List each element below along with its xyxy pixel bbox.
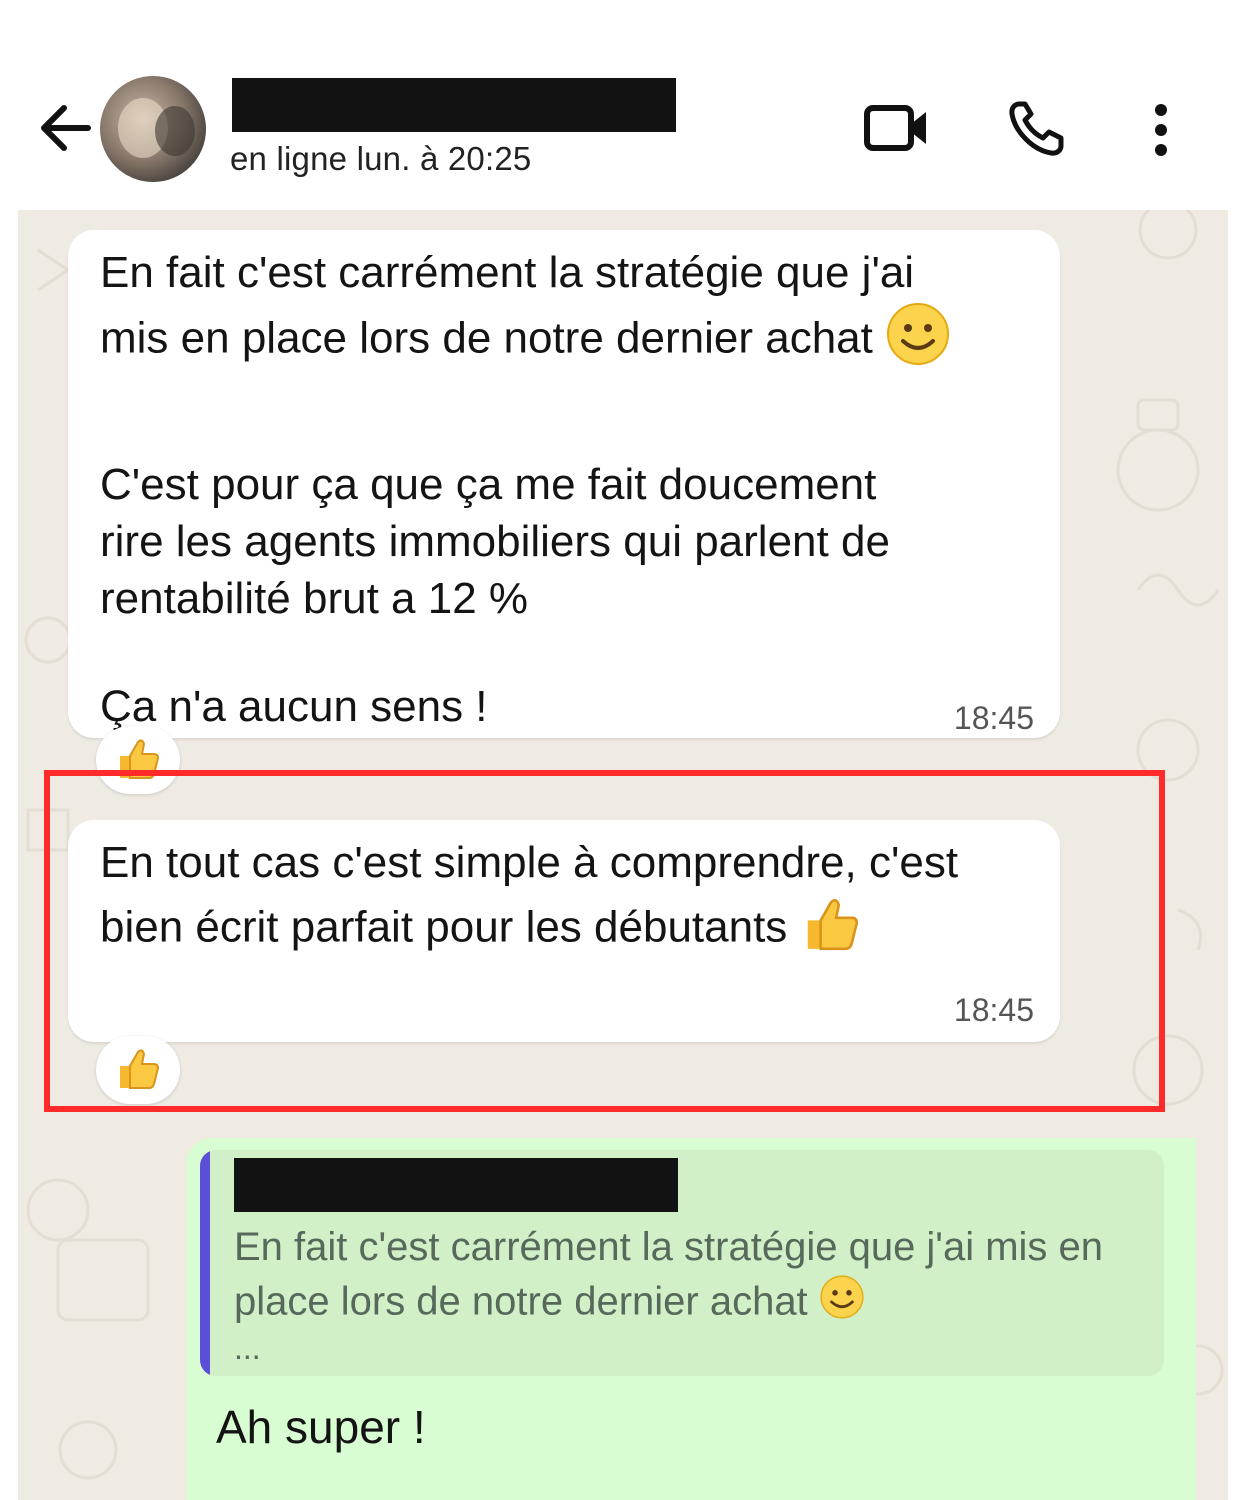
message-text: En fait c'est carrément la stratégie que… bbox=[100, 244, 951, 381]
smiling-face-icon bbox=[885, 301, 951, 381]
message-text-part: En fait c'est carrément la stratégie que… bbox=[100, 248, 915, 363]
avatar-shade bbox=[155, 106, 195, 156]
message-text: Ça n'a aucun sens ! bbox=[100, 682, 488, 731]
quote-bar bbox=[200, 1150, 210, 1376]
quoted-text-part: En fait c'est carrément la stratégie que… bbox=[234, 1225, 1104, 1324]
message-time: 18:45 bbox=[953, 700, 1034, 736]
quoted-message[interactable]: En fait c'est carrément la stratégie que… bbox=[200, 1150, 1164, 1376]
reply-text: Ah super ! bbox=[216, 1401, 426, 1453]
highlight-box bbox=[44, 770, 1165, 1112]
back-arrow-icon[interactable] bbox=[36, 100, 96, 156]
chat-header: en ligne lun. à 20:25 bbox=[0, 0, 1252, 210]
phone-icon[interactable] bbox=[1005, 98, 1071, 160]
message-text: C'est pour ça que ça me fait doucement r… bbox=[100, 460, 890, 623]
avatar[interactable] bbox=[100, 76, 206, 182]
redacted-quoted-author bbox=[234, 1158, 678, 1212]
redacted-contact-name[interactable] bbox=[232, 78, 676, 132]
quoted-ellipsis: ... bbox=[234, 1330, 261, 1366]
quoted-text: En fait c'est carrément la stratégie que… bbox=[234, 1220, 1103, 1334]
contact-status: en ligne lun. à 20:25 bbox=[230, 140, 532, 177]
outgoing-message[interactable]: En fait c'est carrément la stratégie que… bbox=[186, 1138, 1196, 1500]
incoming-message[interactable]: En fait c'est carrément la stratégie que… bbox=[68, 230, 1060, 738]
video-call-icon[interactable] bbox=[862, 98, 932, 158]
smiling-face-icon bbox=[819, 1274, 865, 1334]
more-options-icon[interactable] bbox=[1140, 100, 1182, 160]
